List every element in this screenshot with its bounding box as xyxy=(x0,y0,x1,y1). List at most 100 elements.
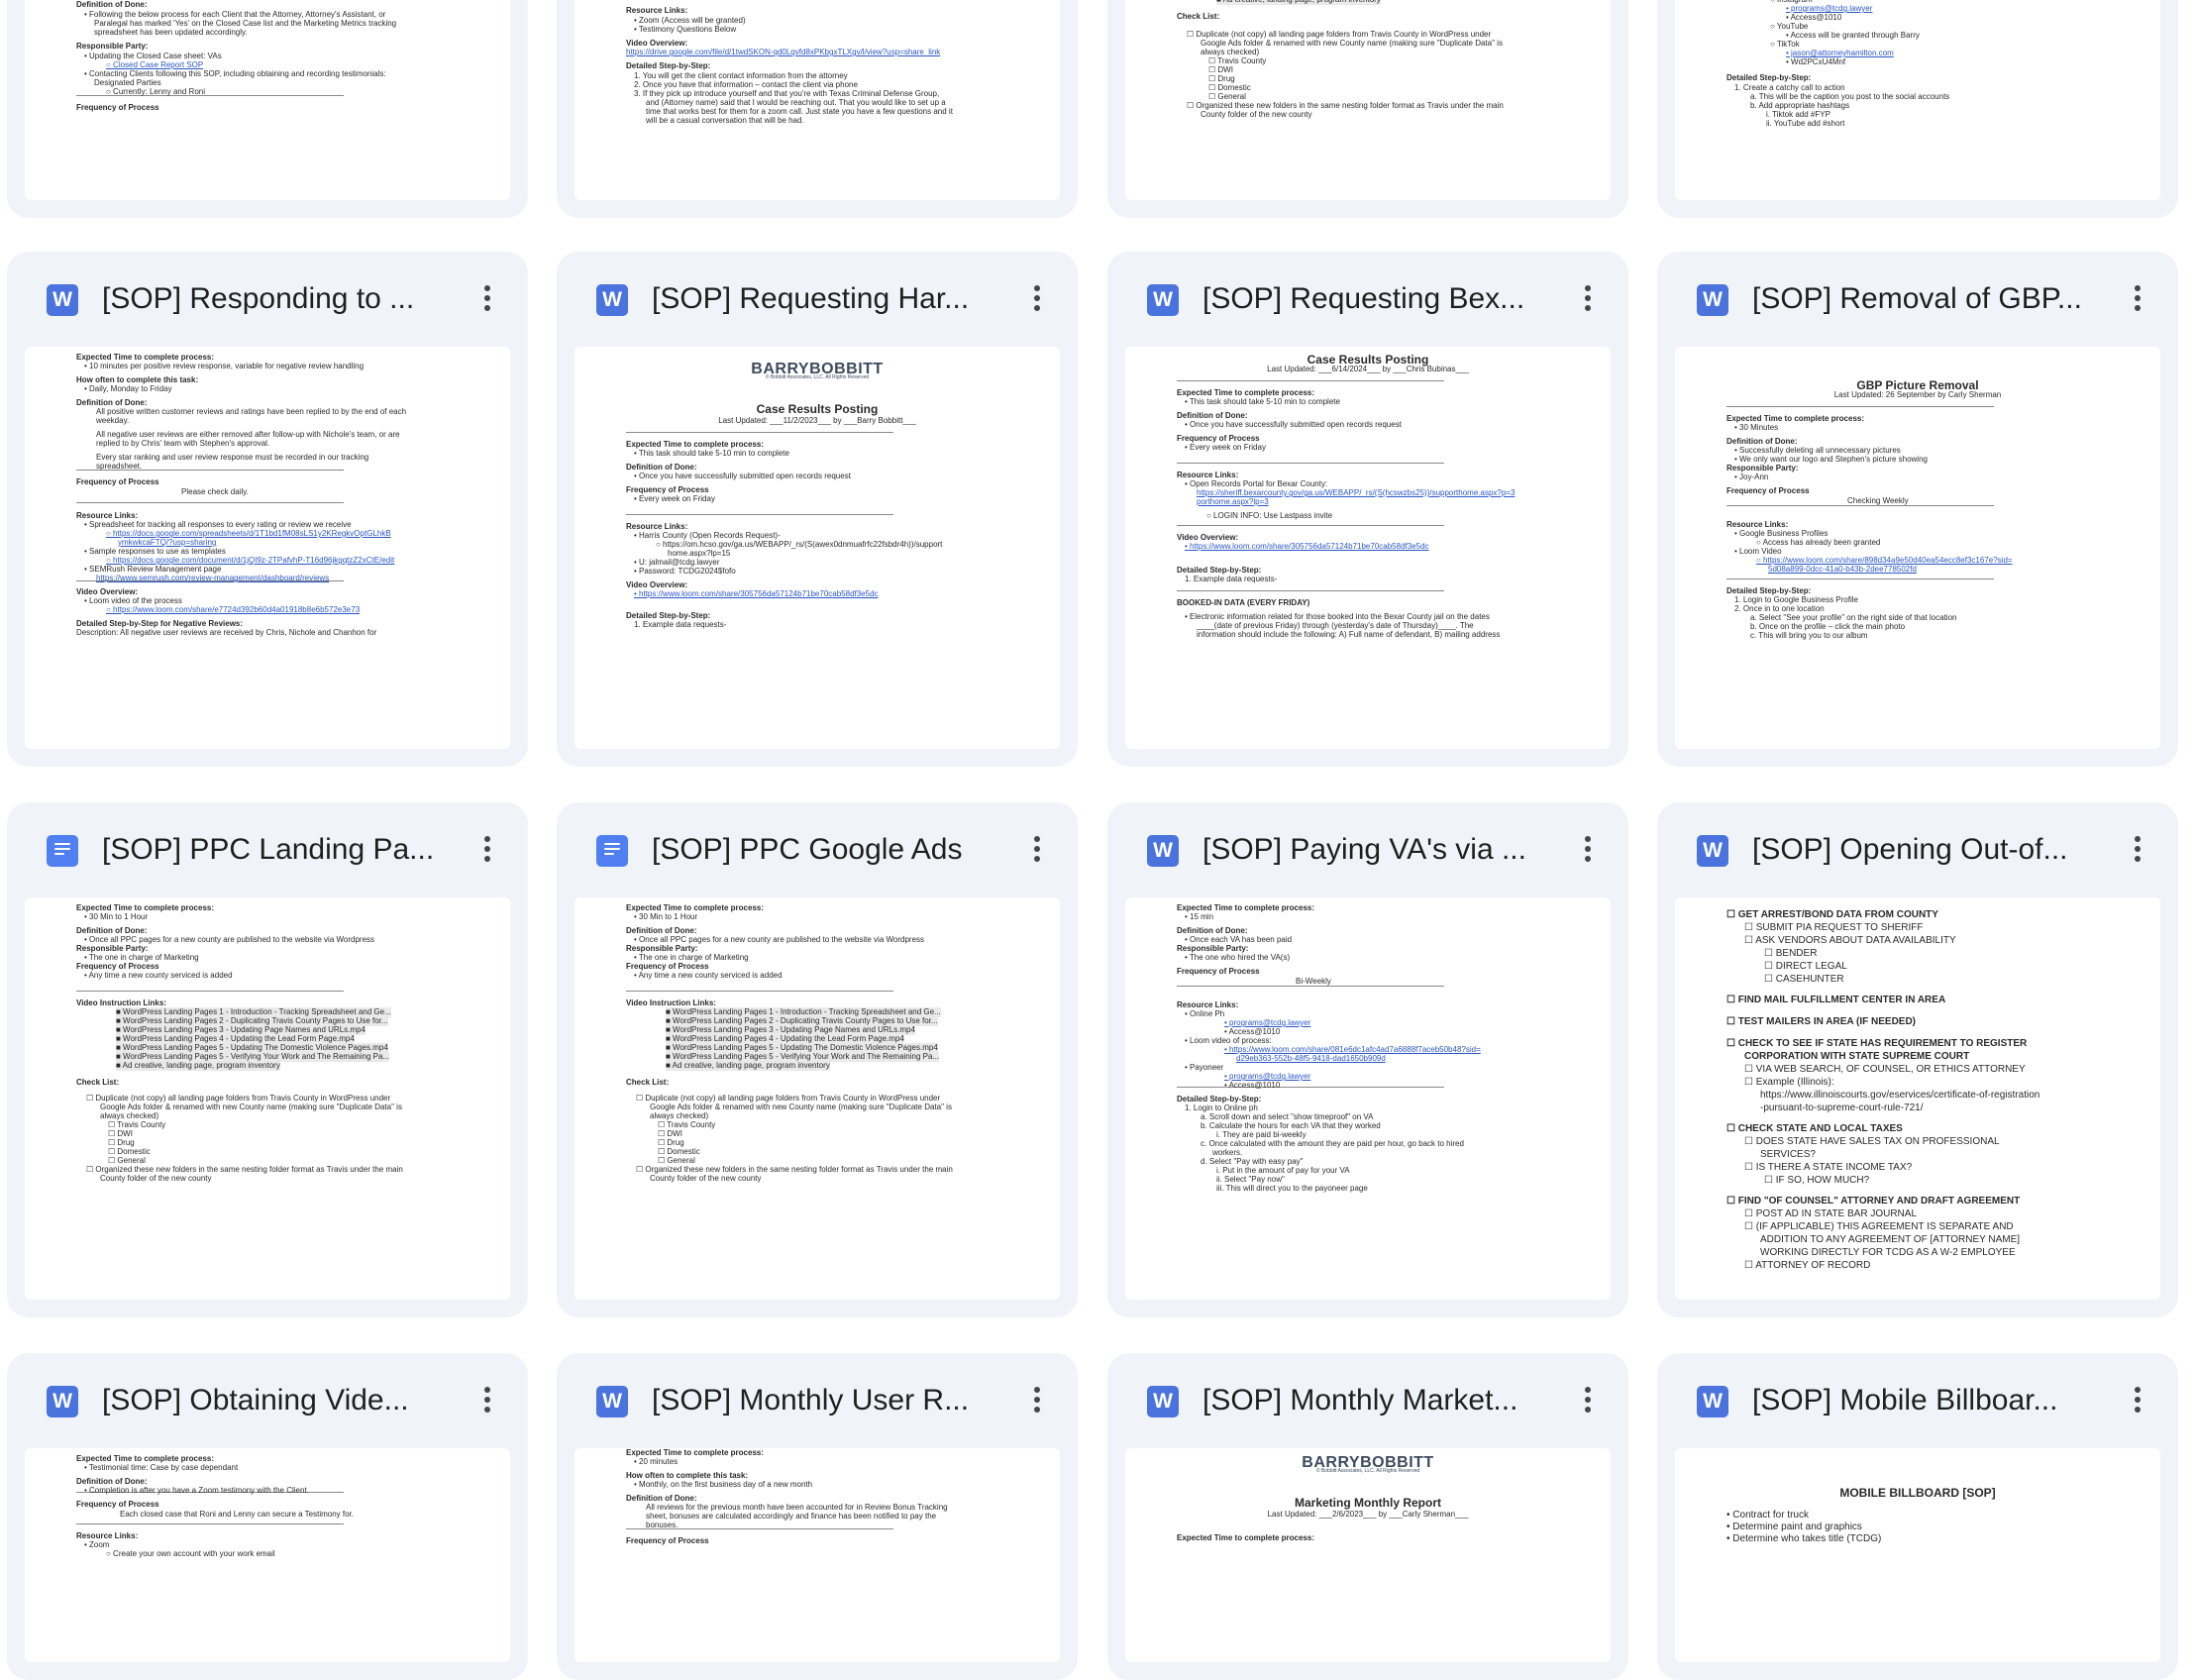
file-preview-thumbnail[interactable]: Expected Time to complete process: • 30 M… xyxy=(575,897,1060,1300)
file-card[interactable]: W [SOP] Responding to ... Expected Time to… xyxy=(7,252,528,767)
file-card[interactable]: W [SOP] Opening Out-of... ☐ GET ARREST/BON… xyxy=(1657,802,2178,1317)
preview-text-line: • Testimonial time: Case by case dependa… xyxy=(84,1463,239,1472)
more-options-icon[interactable] xyxy=(475,281,499,317)
preview-text-line: • Payoneer xyxy=(1185,1063,1224,1072)
more-options-icon[interactable] xyxy=(475,1383,499,1418)
preview-text-line: CORPORATION WITH STATE SUPREME COURT xyxy=(1744,1051,1970,1062)
more-options-icon[interactable] xyxy=(2126,281,2149,317)
file-card[interactable]: W [SOP] Obtaining Vide... Expected Time to… xyxy=(7,1353,528,1680)
more-options-icon[interactable] xyxy=(1576,281,1600,317)
file-title[interactable]: [SOP] Requesting Har... xyxy=(652,279,1004,319)
preview-text-line: Each closed case that Roni and Lenny can… xyxy=(120,1510,354,1519)
file-preview-thumbnail[interactable]: ■ WordPress Landing Pages 5 - Verifying … xyxy=(1125,0,1611,200)
file-preview-thumbnail[interactable]: ☐ GET ARREST/BOND DATA FROM COUNTY ☐ SUBM… xyxy=(1675,897,2160,1300)
divider xyxy=(76,1523,344,1524)
file-card-header: W [SOP] Obtaining Vide... xyxy=(7,1353,528,1448)
more-options-icon[interactable] xyxy=(1025,1383,1049,1418)
file-preview-thumbnail[interactable]: Resource Links: • Zoom (Access will be gr… xyxy=(575,0,1060,200)
preview-text-line: will be a casual conversation that will … xyxy=(646,116,804,125)
file-title[interactable]: [SOP] Removal of GBP... xyxy=(1752,279,2105,319)
preview-text-line: ■ Ad creative, landing page, program inv… xyxy=(1216,0,1381,5)
preview-text-line: • https://www.loom.com/share/305756da571… xyxy=(1185,542,1429,551)
preview-text-line: • Every week on Friday xyxy=(634,494,715,503)
preview-text-line: ☐ FIND "OF COUNSEL" ATTORNEY AND DRAFT A… xyxy=(1726,1196,2021,1207)
more-options-icon[interactable] xyxy=(2126,832,2149,868)
file-card[interactable]: W [SOP] Monthly User R... Expected Time to… xyxy=(557,1353,1078,1680)
file-title[interactable]: [SOP] Mobile Billboar... xyxy=(1752,1381,2105,1420)
more-options-icon[interactable] xyxy=(2126,1383,2149,1418)
file-card[interactable]: • Testimonial time: Case by case dependa… xyxy=(7,0,528,218)
preview-text-line: Check List: xyxy=(76,1078,120,1087)
file-preview-thumbnail[interactable]: MOBILE BILLBOARD [SOP] • Contract for tru… xyxy=(1675,1448,2160,1662)
preview-text-line: MOBILE BILLBOARD [SOP] xyxy=(1839,1486,1996,1500)
file-card[interactable]: W [SOP] Removal of GBP... GBP Picture Remo… xyxy=(1657,252,2178,767)
file-title[interactable]: [SOP] Opening Out-of... xyxy=(1752,830,2105,870)
file-title[interactable]: [SOP] Requesting Bex... xyxy=(1202,279,1555,319)
file-preview-thumbnail[interactable]: Expected Time to complete process: • 10 m… xyxy=(25,347,510,749)
word-file-icon: W xyxy=(1147,284,1179,316)
file-card[interactable]: W [SOP] Requesting Bex... Case Results Pos… xyxy=(1107,252,1628,767)
preview-text-line: Frequency of Process xyxy=(1726,486,1810,495)
file-preview-thumbnail[interactable]: Expected Time to complete process: • Test… xyxy=(25,1448,510,1662)
preview-text-line: 1. Example data requests- xyxy=(634,620,727,629)
file-card[interactable]: Resource Links: • Zoom (Access will be gr… xyxy=(557,0,1078,218)
preview-text-line: Resource Links: xyxy=(626,6,688,15)
preview-text-line: ☐ FIND MAIL FULFILLMENT CENTER IN AREA xyxy=(1726,995,1946,1005)
file-preview-thumbnail[interactable]: GBP Picture Removal Last Updated: 26 Sept… xyxy=(1675,347,2160,749)
file-preview-thumbnail[interactable]: Expected Time to complete process: • 30 M… xyxy=(25,897,510,1300)
divider xyxy=(1177,463,1444,464)
preview-text-line: Last Updated: ___2/6/2023___ by ___Carly… xyxy=(1267,1510,1469,1519)
preview-text-line: sheet, bonuses are calculated accordingl… xyxy=(646,1512,937,1521)
preview-text-line: ☐ CASEHUNTER xyxy=(1764,974,1844,985)
preview-text-line: BOOKED-IN DATA (EVERY FRIDAY) xyxy=(1177,598,1310,607)
file-title[interactable]: [SOP] Obtaining Vide... xyxy=(102,1381,455,1420)
file-title[interactable]: [SOP] Responding to ... xyxy=(102,279,455,319)
file-title[interactable]: [SOP] Monthly User R... xyxy=(652,1381,1004,1420)
preview-text-line: • Every week on Friday xyxy=(1185,443,1266,452)
preview-text-line: ☐ GET ARREST/BOND DATA FROM COUNTY xyxy=(1726,909,1938,920)
file-card[interactable]: W [SOP] Paying VA's via ... Expected Time … xyxy=(1107,802,1628,1317)
file-card[interactable]: [SOP] PPC Google Ads Expected Time to com… xyxy=(557,802,1078,1317)
preview-text-line: Frequency of Process xyxy=(76,1500,159,1509)
preview-text-line: • 30 Minutes xyxy=(1734,423,1779,432)
preview-text-line: • Determine paint and graphics xyxy=(1726,1522,1862,1532)
divider xyxy=(626,514,893,515)
more-options-icon[interactable] xyxy=(1025,832,1049,868)
preview-text-line: • This task should take 5-10 min to comp… xyxy=(1185,397,1340,406)
preview-text-line: • 15 min xyxy=(1185,912,1214,921)
file-card[interactable]: ■ WordPress Landing Pages 5 - Verifying … xyxy=(1107,0,1628,218)
file-preview-thumbnail[interactable]: Expected Time to complete process: • 20 m… xyxy=(575,1448,1060,1662)
preview-text-line: Case Results Posting xyxy=(756,402,879,416)
google-docs-icon xyxy=(596,835,628,867)
file-title[interactable]: [SOP] PPC Google Ads xyxy=(652,830,1004,870)
file-card-header: W [SOP] Responding to ... xyxy=(7,252,528,347)
more-options-icon[interactable] xyxy=(1576,832,1600,868)
word-file-icon: W xyxy=(596,284,628,316)
file-card[interactable]: [SOP] PPC Landing Pa... Expected Time to … xyxy=(7,802,528,1317)
more-options-icon[interactable] xyxy=(1576,1383,1600,1418)
file-title[interactable]: [SOP] Paying VA's via ... xyxy=(1202,830,1555,870)
file-preview-thumbnail[interactable]: Expected Time to complete process: • 15 m… xyxy=(1125,897,1611,1300)
preview-text-line: • https://www.loom.com/share/305756da571… xyxy=(634,589,879,598)
word-file-icon: W xyxy=(596,1386,628,1418)
file-preview-thumbnail[interactable]: BARRYBOBBITT © Bobbitt Associates, LLC. A… xyxy=(1125,1448,1611,1662)
preview-text-line: ☐ ASK VENDORS ABOUT DATA AVAILABILITY xyxy=(1744,935,1956,946)
file-card[interactable]: W [SOP] Mobile Billboar... MOBILE BILLBOAR… xyxy=(1657,1353,2178,1680)
more-options-icon[interactable] xyxy=(1025,281,1049,317)
file-card-header: [SOP] PPC Google Ads xyxy=(557,802,1078,897)
file-card[interactable]: • Access will be granted through Stephen… xyxy=(1657,0,2178,218)
preview-text-line: Responsible Party: xyxy=(76,42,149,51)
file-preview-thumbnail[interactable]: BARRYBOBBITT © Bobbitt Associates, LLC. A… xyxy=(575,347,1060,749)
file-title[interactable]: [SOP] Monthly Market... xyxy=(1202,1381,1555,1420)
file-title[interactable]: [SOP] PPC Landing Pa... xyxy=(102,830,455,870)
file-preview-thumbnail[interactable]: • Testimonial time: Case by case dependa… xyxy=(25,0,510,200)
more-options-icon[interactable] xyxy=(475,832,499,868)
file-preview-thumbnail[interactable]: Case Results Posting Last Updated: ___6/1… xyxy=(1125,347,1611,749)
file-card[interactable]: W [SOP] Monthly Market... BARRYBOBBITT © Bo… xyxy=(1107,1353,1628,1680)
preview-text-line: SERVICES? xyxy=(1760,1149,1816,1160)
file-preview-thumbnail[interactable]: • Access will be granted through Stephen… xyxy=(1675,0,2160,200)
file-card-header: W [SOP] Opening Out-of... xyxy=(1657,802,2178,897)
preview-text-line: • Daily, Monday to Friday xyxy=(84,384,172,393)
file-card-header: W [SOP] Requesting Har... xyxy=(557,252,1078,347)
file-card[interactable]: W [SOP] Requesting Har... BARRYBOBBITT © Bo… xyxy=(557,252,1078,767)
